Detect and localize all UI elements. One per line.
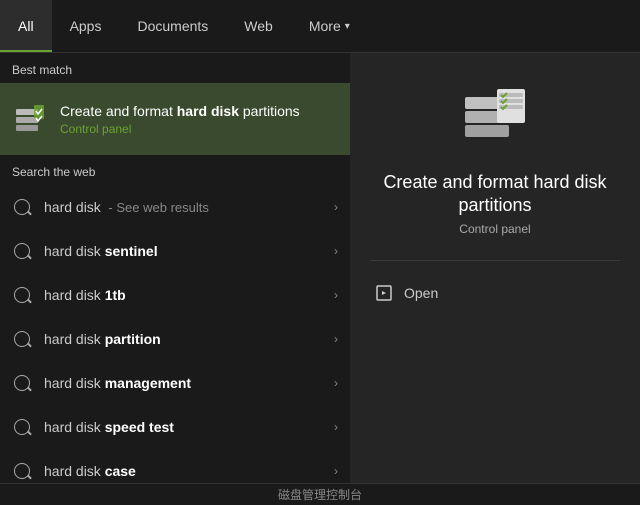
nav-bar: All Apps Documents Web More ▾	[0, 0, 640, 53]
tab-all[interactable]: All	[0, 0, 52, 52]
chevron-right-icon: ›	[334, 420, 338, 434]
tab-documents-label: Documents	[137, 18, 208, 34]
result-text: hard disk management	[44, 375, 334, 391]
result-text: hard disk 1tb	[44, 287, 334, 303]
result-text: hard disk - See web results	[44, 199, 334, 215]
chevron-down-icon: ▾	[345, 21, 350, 32]
tab-more-label: More	[309, 18, 341, 34]
right-app-category: Control panel	[459, 222, 530, 236]
bottom-bar: 磁盘管理控制台	[0, 483, 640, 505]
chevron-right-icon: ›	[334, 244, 338, 258]
result-text: hard disk sentinel	[44, 243, 334, 259]
search-icon	[12, 285, 32, 305]
tab-web[interactable]: Web	[226, 0, 291, 52]
result-text: hard disk case	[44, 463, 334, 479]
web-section-label: Search the web	[0, 155, 350, 185]
search-icon	[12, 417, 32, 437]
search-icon	[12, 461, 32, 481]
chevron-right-icon: ›	[334, 332, 338, 346]
tab-apps-label: Apps	[70, 18, 102, 34]
tab-apps[interactable]: Apps	[52, 0, 120, 52]
search-icon	[12, 373, 32, 393]
result-text: hard disk partition	[44, 331, 334, 347]
main-content: Best match Create and format hard disk p…	[0, 53, 640, 483]
search-icon	[12, 197, 32, 217]
open-icon	[374, 283, 394, 303]
right-panel: Create and format hard disk partitions C…	[350, 53, 640, 483]
divider	[370, 260, 620, 261]
chevron-right-icon: ›	[334, 288, 338, 302]
best-match-subtitle: Control panel	[60, 122, 338, 136]
tab-documents[interactable]: Documents	[119, 0, 226, 52]
tab-all-label: All	[18, 18, 34, 34]
list-item[interactable]: hard disk case ›	[0, 449, 350, 483]
list-item[interactable]: hard disk - See web results ›	[0, 185, 350, 229]
result-text: hard disk speed test	[44, 419, 334, 435]
tab-web-label: Web	[244, 18, 273, 34]
best-match-text: Create and format hard disk partitions C…	[60, 102, 338, 136]
best-match-title: Create and format hard disk partitions	[60, 102, 338, 120]
tab-more[interactable]: More ▾	[291, 0, 368, 52]
bottom-text: 磁盘管理控制台	[278, 486, 362, 503]
open-label: Open	[404, 285, 438, 301]
list-item[interactable]: hard disk speed test ›	[0, 405, 350, 449]
list-item[interactable]: hard disk partition ›	[0, 317, 350, 361]
chevron-right-icon: ›	[334, 200, 338, 214]
right-app-name: Create and format hard disk partitions	[383, 171, 606, 218]
best-match-item[interactable]: Create and format hard disk partitions C…	[0, 83, 350, 155]
search-icon	[12, 329, 32, 349]
left-panel: Best match Create and format hard disk p…	[0, 53, 350, 483]
list-item[interactable]: hard disk 1tb ›	[0, 273, 350, 317]
search-icon	[12, 241, 32, 261]
list-item[interactable]: hard disk management ›	[0, 361, 350, 405]
list-item[interactable]: hard disk sentinel ›	[0, 229, 350, 273]
chevron-right-icon: ›	[334, 464, 338, 478]
open-action[interactable]: Open	[370, 277, 620, 309]
chevron-right-icon: ›	[334, 376, 338, 390]
app-icon-small	[12, 101, 48, 137]
best-match-label: Best match	[0, 53, 350, 83]
app-icon-large	[459, 83, 531, 155]
